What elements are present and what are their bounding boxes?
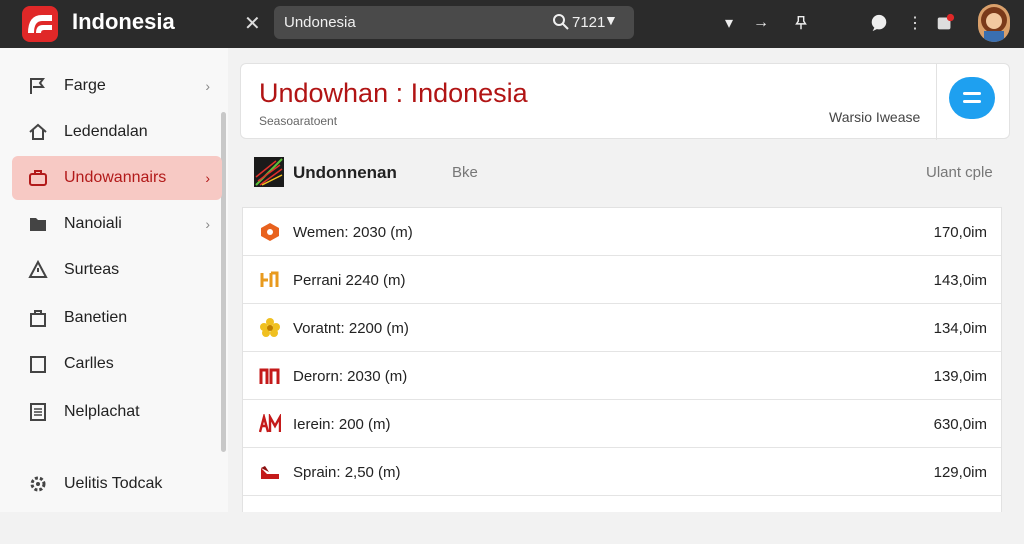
section-title: Undonnenan — [293, 163, 397, 182]
sidebar-item-carlles[interactable]: Carlles — [12, 342, 222, 386]
more-vertical-icon[interactable]: ⋮ — [904, 12, 926, 34]
avatar[interactable] — [978, 4, 1010, 42]
document-icon — [30, 403, 46, 421]
row-value: 630,0im — [933, 416, 987, 433]
menu-button[interactable] — [949, 77, 995, 119]
sidebar-item-label: Ledendalan — [64, 123, 148, 140]
arrow-right-icon[interactable]: → — [750, 12, 772, 34]
header-meta-text: Warsio Iwease — [829, 109, 921, 125]
row-label: Wemen: 2030 (m) — [293, 224, 413, 241]
sidebar-footer-label: Uelitis Todcak — [64, 475, 163, 492]
page-title: Undowhan : Indonesia — [259, 78, 528, 108]
chevron-right-icon: › — [205, 78, 210, 94]
sidebar-item-banetien[interactable]: Banetien — [12, 296, 222, 340]
folder-icon — [30, 218, 46, 231]
list-item[interactable]: Wemen: 2030 (m) 170,0im — [243, 208, 1001, 256]
list-item[interactable]: Sprain: 2,50 (m) 129,0im — [243, 448, 1001, 496]
page-header-card: Undowhan : Indonesia Seasoaratoent Warsi… — [240, 63, 1010, 140]
header-divider — [936, 64, 937, 140]
sidebar-item-label: Nelplachat — [64, 403, 140, 420]
search-icon[interactable] — [552, 13, 570, 31]
list-item[interactable]: Voratnt: 2200 (m) 134,0im — [243, 304, 1001, 352]
section-column-header: Bke — [452, 164, 478, 181]
page-subtitle: Seasoaratoent — [259, 114, 338, 128]
briefcase-icon — [29, 170, 47, 186]
row-label: Derorn: 2030 (m) — [293, 368, 408, 385]
logo-icon — [28, 15, 52, 33]
row-label: Voratnt: 2200 (m) — [293, 320, 409, 337]
dropdown-arrow-icon[interactable]: ▾ — [718, 12, 740, 34]
chat-icon[interactable] — [868, 12, 890, 34]
sidebar-item-label: Undowannairs — [64, 169, 167, 186]
notification-icon[interactable] — [934, 12, 956, 34]
close-icon[interactable]: ✕ — [244, 11, 261, 36]
sidebar-item-undowannairs[interactable]: Undowannairs › — [12, 156, 222, 200]
sidebar-item-surteas[interactable]: Surteas — [12, 248, 222, 292]
sidebar-footer-settings[interactable]: Uelitis Todcak — [12, 462, 222, 506]
flag-icon — [30, 78, 45, 94]
chevron-right-icon: › — [205, 170, 210, 186]
sidebar-item-nelplachat[interactable]: Nelplachat — [12, 390, 222, 434]
list-item[interactable]: Ierein: 200 (m) 630,0im — [243, 400, 1001, 448]
list-item[interactable]: Derorn: 2030 (m) 139,0im — [243, 352, 1001, 400]
search-result-count: 7121 — [572, 14, 606, 31]
red-letters-icon — [259, 414, 281, 433]
palm-leaf-icon — [254, 157, 284, 187]
sidebar-item-label: Carlles — [64, 355, 114, 372]
row-value: 139,0im — [933, 368, 987, 385]
sidebar-item-label: Banetien — [64, 309, 128, 326]
row-label: Sprain: 2,50 (m) — [293, 464, 401, 481]
alert-icon — [28, 260, 48, 278]
pin-icon[interactable] — [790, 12, 812, 34]
chevron-down-icon[interactable]: ▼ — [604, 12, 618, 28]
app-title: Indonesia — [72, 9, 175, 34]
sidebar: Farge › Ledendalan Undowannairs › Nanoia… — [0, 48, 228, 512]
home-icon — [29, 123, 47, 140]
data-list: Wemen: 2030 (m) 170,0im Perrani 2240 (m)… — [242, 207, 1002, 512]
row-value: 143,0im — [933, 272, 987, 289]
sidebar-item-farge[interactable]: Farge › — [12, 64, 222, 108]
gear-icon — [30, 476, 46, 492]
orange-hex-icon — [261, 223, 279, 241]
section-right-header: Ulant cple — [926, 164, 993, 181]
square-icon — [30, 356, 46, 373]
search-input[interactable] — [284, 12, 534, 33]
sidebar-item-label: Nanoiali — [64, 215, 122, 232]
sidebar-item-nanoiali[interactable]: Nanoiali › — [12, 202, 222, 246]
row-label: Ierein: 200 (m) — [293, 416, 391, 433]
chevron-right-icon: › — [205, 216, 210, 232]
row-value: 134,0im — [933, 320, 987, 337]
orange-glyph-icon — [260, 271, 279, 287]
row-value: 170,0im — [933, 224, 987, 241]
sidebar-item-label: Farge — [64, 77, 106, 94]
red-shoe-icon — [261, 466, 279, 479]
row-value: 129,0im — [933, 464, 987, 481]
app-logo[interactable] — [22, 6, 58, 42]
row-label: Perrani 2240 (m) — [293, 272, 406, 289]
list-item[interactable]: Perrani 2240 (m) 143,0im — [243, 256, 1001, 304]
bag-icon — [30, 310, 46, 327]
sidebar-item-ledendalan[interactable]: Ledendalan — [12, 110, 222, 154]
top-bar: Indonesia ✕ 7121 ▼ ▾ → ⋮ — [0, 0, 1024, 48]
yellow-flower-icon — [260, 318, 280, 337]
red-glyph-icon — [259, 368, 280, 384]
list-item[interactable] — [243, 496, 1001, 544]
sidebar-item-label: Surteas — [64, 261, 120, 278]
